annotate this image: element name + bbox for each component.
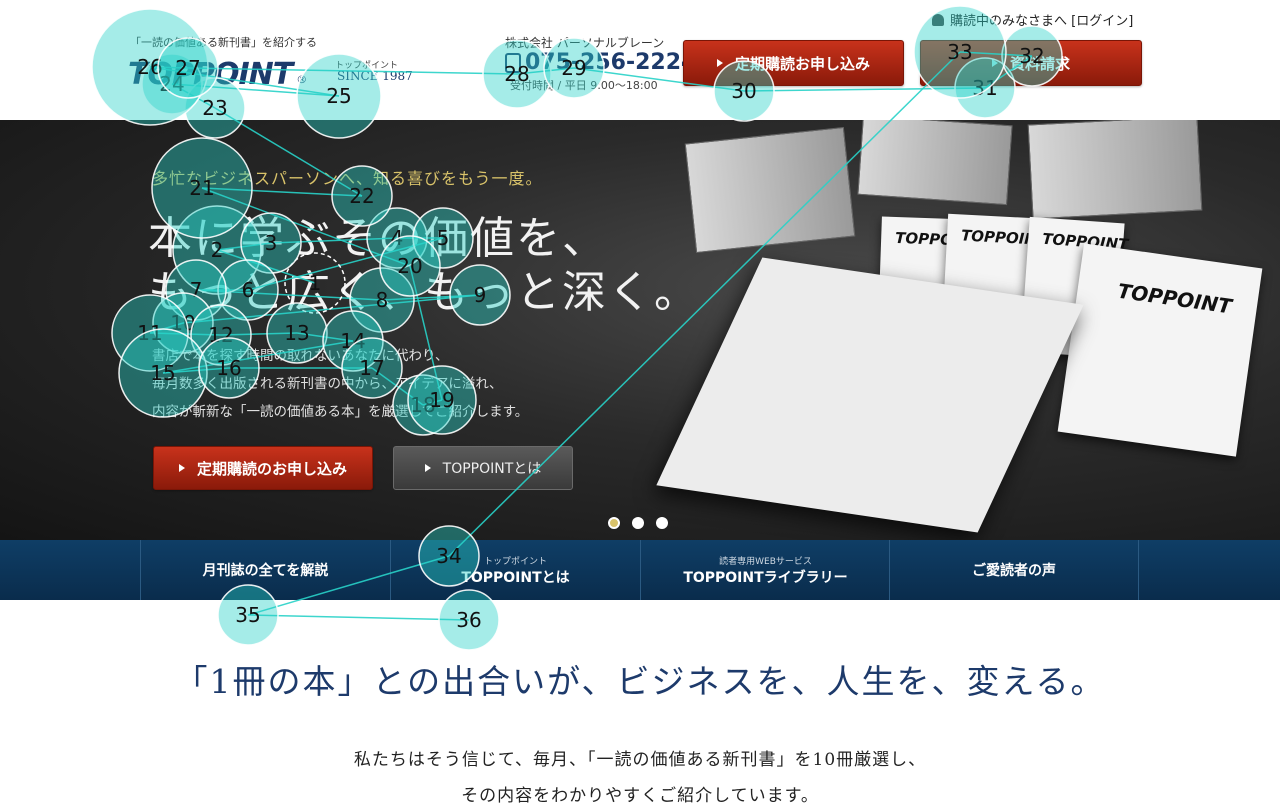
logo-since: SINCE 1987 (337, 69, 413, 83)
hero-banner: TOPPOINT TOPPOINT TOPPOINT TOPPOINT 多忙なビ… (0, 120, 1280, 540)
nav-item-library[interactable]: 読者専用WEBサービス TOPPOINTライブラリー (640, 540, 890, 600)
hero-body-line1: 書店で本を探す時間の取れないあなたに代わり、 (152, 348, 449, 364)
carousel-dot[interactable] (608, 517, 620, 529)
nav-item-label: 月刊誌の全てを解説 (202, 563, 329, 579)
open-magazine-image (656, 257, 1084, 533)
user-icon (932, 13, 944, 26)
phone-contact[interactable]: 075-256-2224 (505, 50, 696, 75)
book-stack-image (857, 120, 1013, 206)
nav-item-label: TOPPOINTライブラリー (683, 569, 848, 586)
main-body: 私たちはそう信じて、毎月、「一読の価値ある新刊書」を10冊厳選し、 その内容をわ… (0, 742, 1280, 803)
business-hours: 受付時間 / 平日 9:00～18:00 (510, 79, 658, 92)
logo-wordmark: TOPPOINT (128, 57, 293, 92)
arrow-right-icon (424, 464, 431, 472)
hero-heading-line2: もっと広く、もっと深く。 (148, 267, 700, 318)
subscribe-button-label: 定期購読お申し込み (734, 54, 870, 73)
nav-item-caption: 読者専用WEBサービス (719, 556, 812, 567)
about-toppoint-button[interactable]: TOPPOINTとは (393, 446, 573, 490)
phone-icon (505, 52, 521, 73)
subscribe-button-hero[interactable]: 定期購読のお申し込み (153, 446, 373, 490)
login-link-label: 購読中のみなさまへ [ログイン] (950, 14, 1134, 29)
login-link[interactable]: 購読中のみなさまへ [ログイン] (932, 10, 1133, 29)
nav-item-caption: トップポイント (483, 556, 547, 567)
logo-registered-mark: ® (296, 73, 308, 86)
phone-number: 075-256-2224 (525, 50, 697, 75)
main-nav: 月刊誌の全てを解説 トップポイント TOPPOINTとは 読者専用WEBサービス… (0, 540, 1280, 600)
main-body-line1: 私たちはそう信じて、毎月、「一読の価値ある新刊書」を10冊厳選し、 (353, 750, 927, 770)
carousel-dot[interactable] (656, 517, 668, 529)
book-stack-image (1027, 120, 1203, 220)
fixation-number: 36 (456, 608, 481, 632)
logo-tagline: 「一読の価値ある新刊書」を紹介する (130, 36, 317, 49)
site-header: 「一読の価値ある新刊書」を紹介する TOPPOINT ® トップポイント SIN… (0, 0, 1280, 120)
magazine-image: TOPPOINT (1057, 243, 1263, 457)
nav-item-about[interactable]: トップポイント TOPPOINTとは (390, 540, 640, 600)
nav-item-label: ご愛読者の声 (972, 563, 1056, 579)
hero-heading-line1: 本に学ぶその価値を、 (148, 213, 608, 264)
book-stack-image (684, 126, 856, 254)
arrow-right-icon (716, 59, 723, 67)
carousel-dot[interactable] (632, 517, 644, 529)
hero-body-line3: 内容が斬新な「一読の価値ある本」を厳選してご紹介します。 (152, 404, 529, 420)
hero-body: 書店で本を探す時間の取れないあなたに代わり、 毎月数多く出版される新刊書の中から… (152, 342, 528, 426)
hero-body-line2: 毎月数多く出版される新刊書の中から、アイデアに溢れ、 (152, 376, 503, 392)
carousel-dots (608, 517, 668, 529)
about-toppoint-label: TOPPOINTとは (442, 461, 542, 477)
subscribe-button-header[interactable]: 定期購読お申し込み (683, 40, 904, 86)
site-logo[interactable]: TOPPOINT ® (128, 52, 311, 92)
main-body-line2: その内容をわかりやすくご紹介しています。 (461, 786, 819, 803)
scanpath-line (247, 614, 470, 621)
nav-item-label: TOPPOINTとは (461, 569, 570, 586)
company-name: 株式会社 パーソナルブレーン (505, 36, 665, 50)
subscribe-hero-label: 定期購読のお申し込み (196, 459, 347, 478)
hero-lead: 多忙なビジネスパーソンへ、知る喜びをもう一度。 (152, 169, 543, 188)
fixation-number: 35 (235, 603, 260, 627)
main-heading: 「1冊の本」との出合いが、ビジネスを、人生を、変える。 (174, 662, 1106, 701)
hero-heading: 本に学ぶその価値を、 もっと広く、もっと深く。 (148, 212, 700, 320)
nav-item-overview[interactable]: 月刊誌の全てを解説 (140, 540, 390, 600)
arrow-right-icon (178, 464, 185, 472)
request-documents-button[interactable]: 資料請求 (920, 40, 1142, 86)
request-documents-label: 資料請求 (1009, 54, 1070, 73)
magazine-title: TOPPOINT (1116, 278, 1234, 319)
nav-item-testimonials[interactable]: ご愛読者の声 (889, 540, 1139, 600)
arrow-right-icon (991, 59, 998, 67)
